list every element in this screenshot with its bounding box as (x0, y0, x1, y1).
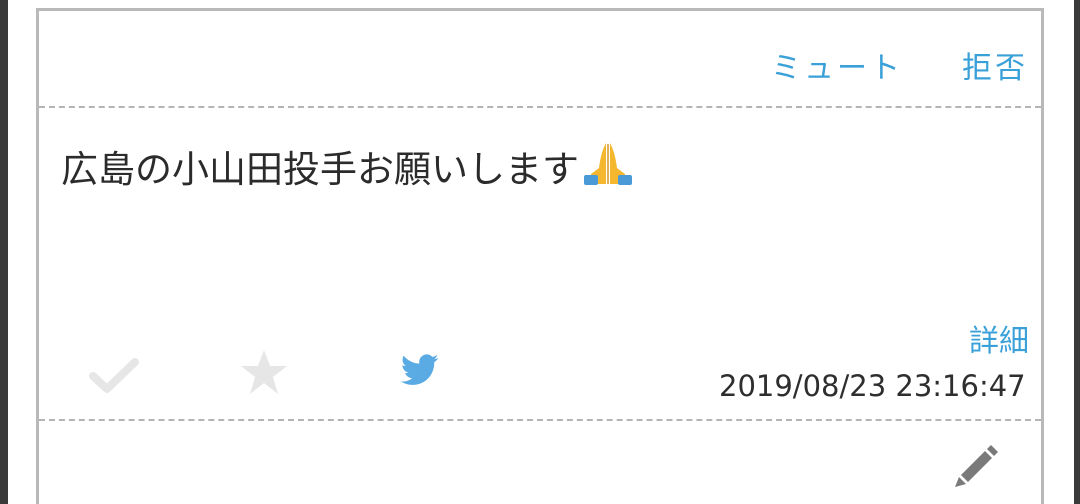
folded-hands-icon (583, 140, 633, 195)
post-card: ミュート 拒否 広島の小山田投手お願いします 詳細 2019/08/23 23:… (36, 8, 1044, 504)
card-header: ミュート 拒否 (39, 11, 1041, 107)
post-message-text: 広島の小山田投手お願いします (61, 148, 579, 191)
post-message: 広島の小山田投手お願いします (61, 139, 633, 195)
right-edge (1074, 0, 1080, 504)
detail-link[interactable]: 詳細 (969, 316, 1029, 360)
check-icon[interactable] (89, 356, 139, 400)
reject-button[interactable]: 拒否 (962, 43, 1028, 87)
post-timestamp: 2019/08/23 23:16:47 (719, 369, 1026, 403)
screen: ミュート 拒否 広島の小山田投手お願いします 詳細 2019/08/23 23:… (0, 0, 1080, 504)
mute-button[interactable]: ミュート (771, 43, 903, 87)
header-divider (39, 106, 1041, 108)
pencil-icon[interactable] (949, 439, 999, 493)
left-edge (0, 0, 8, 504)
twitter-icon[interactable] (400, 353, 439, 391)
footer-divider (39, 419, 1041, 421)
star-icon[interactable] (239, 348, 289, 400)
